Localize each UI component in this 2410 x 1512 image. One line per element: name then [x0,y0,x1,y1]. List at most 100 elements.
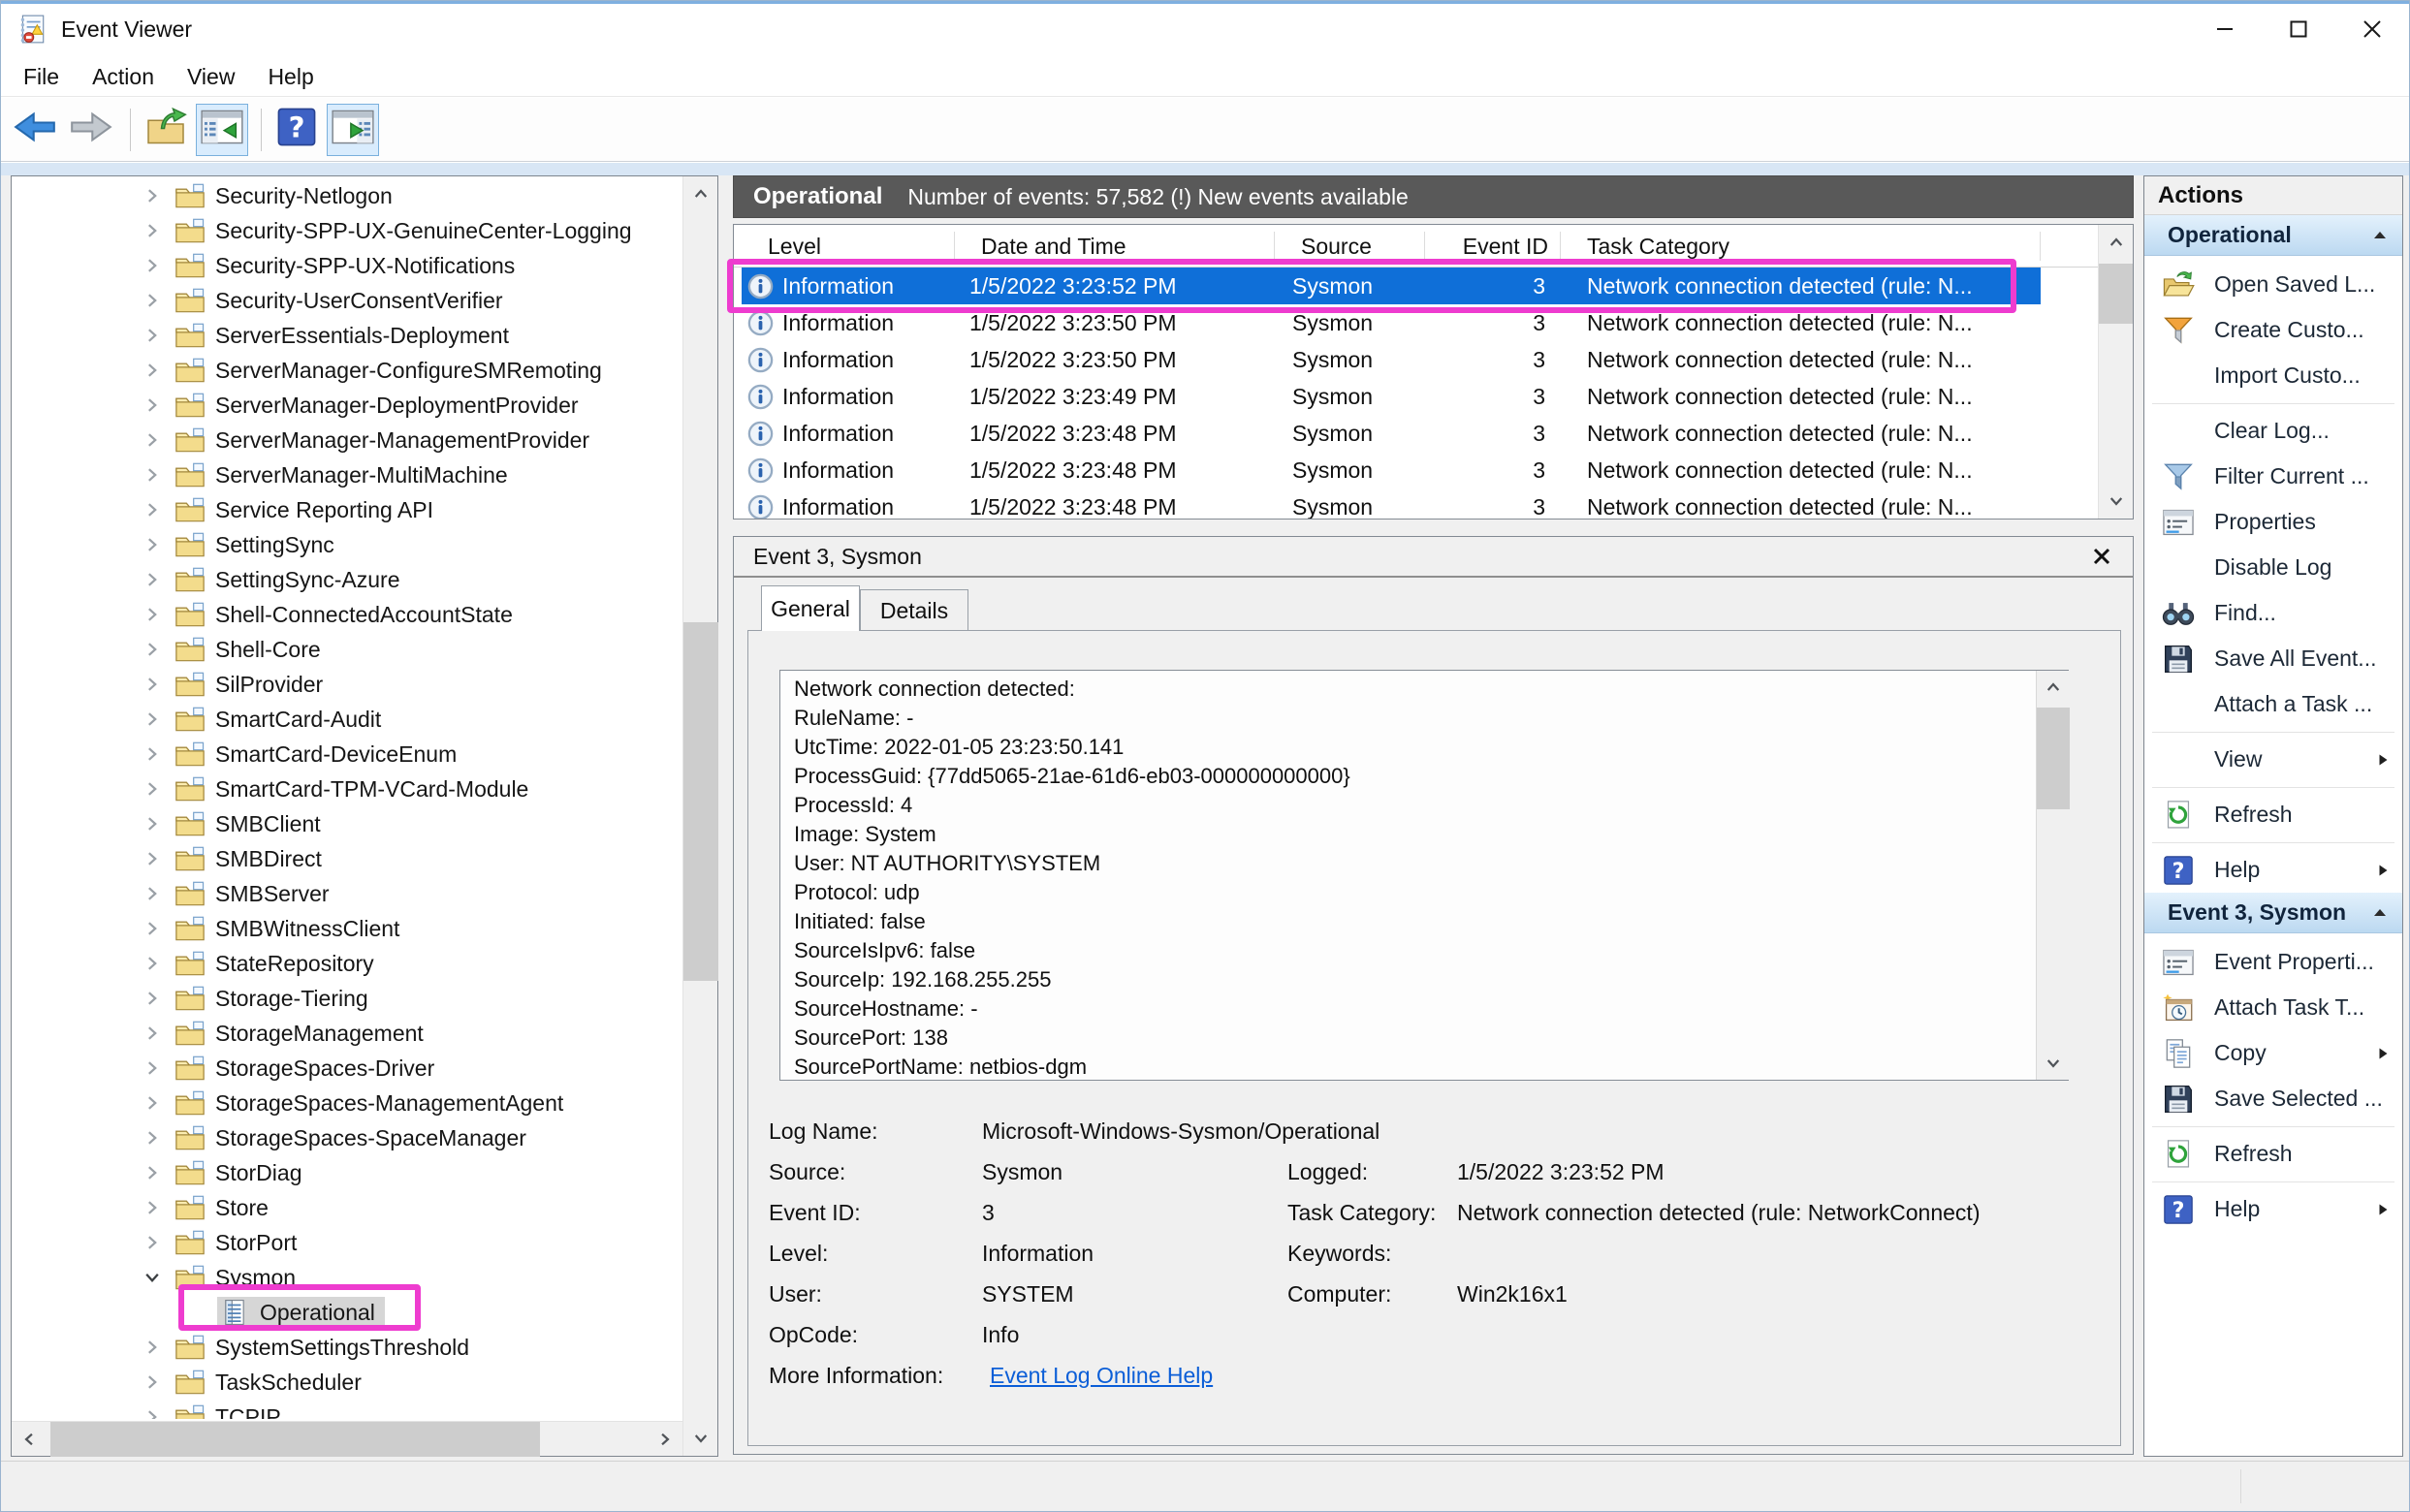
tree-expander-icon[interactable] [140,1370,165,1395]
tree-expander-icon[interactable] [140,323,165,348]
event-row[interactable]: Information1/5/2022 3:23:48 PMSysmon3Net… [742,415,2041,452]
tab-general[interactable]: General [761,585,860,631]
tree-expander-icon[interactable] [140,1404,165,1419]
event-row[interactable]: Information1/5/2022 3:23:48 PMSysmon3Net… [742,488,2041,520]
column-header-task-category[interactable]: Task Category [1561,232,2041,261]
tree-item-shell-core[interactable]: Shell-Core [12,632,682,667]
tree-item-smbdirect[interactable]: SMBDirect [12,841,682,876]
tab-details[interactable]: Details [860,589,968,631]
tree-item-settingsync[interactable]: SettingSync [12,527,682,562]
tree-expander-icon[interactable] [140,602,165,627]
event-log-online-help-link[interactable]: Event Log Online Help [990,1363,1213,1389]
close-event-details-button[interactable] [2086,541,2117,572]
action-refresh[interactable]: Refresh [2144,1131,2402,1177]
tree-item-tcpip[interactable]: TCPIP [12,1400,682,1419]
actions-section-operational[interactable]: Operational [2144,215,2402,256]
close-button[interactable] [2335,4,2409,54]
action-pane-toggle-button[interactable] [327,104,379,156]
column-header-level[interactable]: Level [742,232,955,261]
tree-item-silprovider[interactable]: SilProvider [12,667,682,702]
tree-expander-icon[interactable] [140,1055,165,1081]
tree-item-servermanager-deploymentprovider[interactable]: ServerManager-DeploymentProvider [12,388,682,423]
console-tree-toggle-button[interactable] [196,104,248,156]
back-arrow-button[interactable] [9,104,61,156]
scroll-down-icon[interactable] [2037,1047,2070,1080]
tree-item-storagespaces-managementagent[interactable]: StorageSpaces-ManagementAgent [12,1086,682,1120]
scrollbar-thumb[interactable] [2037,708,2070,809]
forward-arrow-button[interactable] [65,104,117,156]
tree-item-smartcard-tpm-vcard-module[interactable]: SmartCard-TPM-VCard-Module [12,772,682,806]
action-help[interactable]: ?Help [2144,1186,2402,1232]
tree-expander-icon[interactable] [140,218,165,243]
tree-expander-icon[interactable] [140,916,165,941]
event-description-text[interactable]: Network connection detected:RuleName: -U… [779,670,2069,1081]
menu-view[interactable]: View [171,60,251,94]
tree-expander-icon[interactable] [140,1021,165,1046]
action-help[interactable]: ?Help [2144,847,2402,893]
tree-item-storagespaces-driver[interactable]: StorageSpaces-Driver [12,1051,682,1086]
tree-expander-icon[interactable] [140,567,165,592]
tree-expander-icon[interactable] [140,393,165,418]
tree-expander-icon[interactable] [140,1195,165,1220]
scroll-left-icon[interactable] [12,1422,47,1457]
tree-item-settingsync-azure[interactable]: SettingSync-Azure [12,562,682,597]
tree-item-smbserver[interactable]: SMBServer [12,876,682,911]
tree-expander-icon[interactable] [140,288,165,313]
scroll-right-icon[interactable] [648,1422,682,1457]
tree-expander-icon[interactable] [140,986,165,1011]
export-log-button[interactable] [140,104,192,156]
tree-item-storagemanagement[interactable]: StorageManagement [12,1016,682,1051]
menu-file[interactable]: File [7,60,76,94]
action-clear-log-[interactable]: Clear Log... [2144,408,2402,454]
tree-item-service-reporting-api[interactable]: Service Reporting API [12,492,682,527]
scroll-down-icon[interactable] [683,1421,718,1456]
action-copy[interactable]: Copy [2144,1030,2402,1076]
tree-item-security-userconsentverifier[interactable]: Security-UserConsentVerifier [12,283,682,318]
menu-help[interactable]: Help [251,60,330,94]
tree-item-store[interactable]: Store [12,1190,682,1225]
tree-item-smbclient[interactable]: SMBClient [12,806,682,841]
actions-section-event-3-sysmon[interactable]: Event 3, Sysmon [2144,893,2402,933]
tree-vertical-scrollbar[interactable] [682,176,717,1456]
event-list-vertical-scrollbar[interactable] [2098,225,2133,519]
tree-expander-icon[interactable] [140,951,165,976]
tree-item-smbwitnessclient[interactable]: SMBWitnessClient [12,911,682,946]
action-refresh[interactable]: Refresh [2144,792,2402,837]
action-save-all-event-[interactable]: Save All Event... [2144,636,2402,681]
minimize-button[interactable] [2188,4,2262,54]
tree-item-stordiag[interactable]: StorDiag [12,1155,682,1190]
scroll-up-icon[interactable] [2099,225,2134,260]
tree-item-storage-tiering[interactable]: Storage-Tiering [12,981,682,1016]
tree-expander-icon[interactable] [140,776,165,802]
tree-expander-icon[interactable] [140,497,165,522]
tree-item-security-netlogon[interactable]: Security-Netlogon [12,178,682,213]
tree-item-systemsettingsthreshold[interactable]: SystemSettingsThreshold [12,1330,682,1365]
scrollbar-thumb[interactable] [683,622,718,981]
tree-item-servermanager-configuresmremoting[interactable]: ServerManager-ConfigureSMRemoting [12,353,682,388]
tree-expander-icon[interactable] [140,1265,165,1290]
column-header-source[interactable]: Source [1275,232,1425,261]
event-row[interactable]: Information1/5/2022 3:23:52 PMSysmon3Net… [742,268,2041,304]
scrollbar-thumb[interactable] [2099,264,2134,324]
tree-expander-icon[interactable] [140,427,165,453]
help-button[interactable]: ? [270,104,323,156]
scroll-up-icon[interactable] [2037,671,2070,704]
tree-item-smartcard-deviceenum[interactable]: SmartCard-DeviceEnum [12,737,682,772]
action-save-selected-[interactable]: Save Selected ... [2144,1076,2402,1121]
tree-expander-icon[interactable] [140,253,165,278]
tree-item-taskscheduler[interactable]: TaskScheduler [12,1365,682,1400]
tree-expander-icon[interactable] [140,846,165,871]
tree-expander-icon[interactable] [140,741,165,767]
tree-item-storagespaces-spacemanager[interactable]: StorageSpaces-SpaceManager [12,1120,682,1155]
tree-expander-icon[interactable] [140,637,165,662]
tree-expander-icon[interactable] [140,1160,165,1185]
tree-item-servermanager-multimachine[interactable]: ServerManager-MultiMachine [12,457,682,492]
tree-item-staterepository[interactable]: StateRepository [12,946,682,981]
tree-expander-icon[interactable] [140,1125,165,1150]
action-properties[interactable]: Properties [2144,499,2402,545]
tree-item-sysmon[interactable]: Sysmon [12,1260,682,1295]
tree-item-security-spp-ux-genuinecenter-logging[interactable]: Security-SPP-UX-GenuineCenter-Logging [12,213,682,248]
action-attach-a-task-[interactable]: Attach a Task ... [2144,681,2402,727]
tree-expander-icon[interactable] [140,1335,165,1360]
tree-item-operational[interactable]: Operational [12,1295,682,1330]
